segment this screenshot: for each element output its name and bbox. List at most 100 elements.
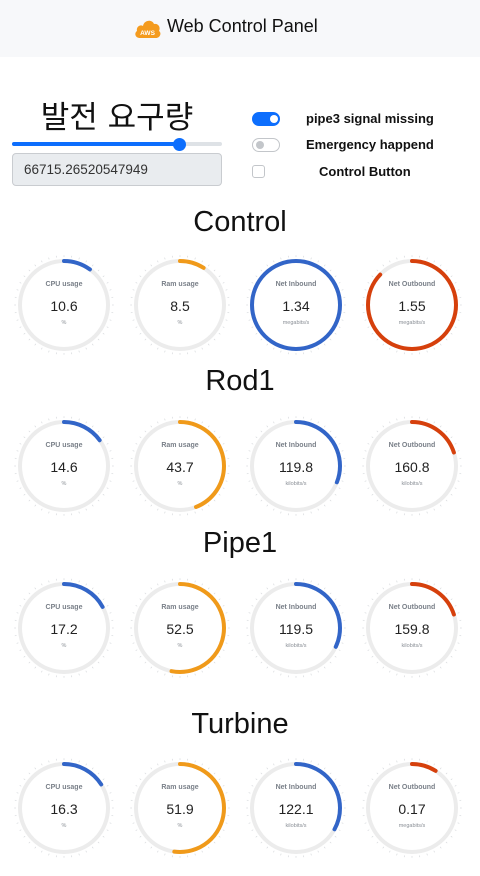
gauge-tick (367, 487, 370, 489)
gauge-tick (334, 778, 337, 781)
gauge-tick (194, 580, 196, 583)
gauge-tick (102, 332, 105, 335)
gauge-tick (28, 772, 31, 775)
gauge-tick (48, 673, 50, 676)
gauge-label: Net Inbound (275, 784, 317, 791)
gauge-tick (260, 841, 263, 844)
gauge-tick (367, 829, 370, 831)
gauge-tick (341, 792, 344, 794)
gauge-value: 119.8 (279, 459, 313, 475)
gauge-tick (207, 846, 210, 849)
gauge-tick (91, 264, 94, 267)
gauge-tick (194, 257, 196, 260)
gauge-tick (157, 583, 159, 586)
toggle-knob (256, 141, 264, 149)
gauge-tick (144, 499, 147, 502)
gauge-tick (194, 760, 196, 763)
gauge-tick (164, 580, 166, 583)
gauge-tick (450, 655, 453, 658)
gauge-tick (338, 649, 341, 651)
gauge-tick (382, 767, 385, 770)
gauge-tick (371, 275, 374, 278)
gauge-tick (41, 508, 43, 511)
gauge-tick (201, 347, 203, 350)
gauge-tick (34, 343, 37, 346)
control-button-checkbox[interactable] (252, 165, 265, 178)
gauge-tick (450, 778, 453, 781)
gauge-tick (266, 264, 269, 267)
gauge-tick (439, 846, 442, 849)
gauge-tick (317, 850, 319, 853)
gauge-tick (139, 275, 142, 278)
gauge-label: CPU usage (45, 604, 83, 611)
gauge-tick (28, 499, 31, 502)
gauge-tick (16, 792, 19, 794)
gauge-tick (78, 418, 80, 421)
gauge-tick (78, 580, 80, 583)
gauge-tick (19, 649, 22, 651)
gauge-label: Ram usage (161, 784, 199, 791)
gauge-tick (334, 493, 337, 496)
gauge-tick (34, 504, 37, 507)
gauge-tick (28, 841, 31, 844)
gauge-label: Net Outbound (388, 604, 436, 611)
gauge-tick (28, 430, 31, 433)
gauge-tick (389, 508, 391, 511)
gauge-tick (376, 499, 379, 502)
gauge-tick (426, 673, 428, 676)
slider-thumb[interactable] (172, 138, 186, 151)
gauge-tick (310, 760, 312, 763)
gauge-tick (457, 289, 460, 291)
gauge-tick (194, 853, 196, 856)
net-inbound-gauge: Net Inbound 122.1 kilobits/s (246, 758, 346, 858)
gauge-tick (213, 338, 216, 341)
gauge-label: Net Inbound (275, 442, 317, 449)
gauge-tick (426, 760, 428, 763)
gauge-tick (222, 326, 225, 328)
slider-fill (12, 142, 179, 146)
gauge-tick (48, 580, 50, 583)
gauge-label: Ram usage (161, 604, 199, 611)
gauge-tick (445, 430, 448, 433)
gauge-tick (194, 673, 196, 676)
gauge-tick (329, 772, 332, 775)
pipe3-signal-missing-toggle[interactable] (252, 112, 280, 126)
gauge-tick (102, 493, 105, 496)
gauge-tick (341, 289, 344, 291)
gauge-tick (85, 670, 87, 673)
gauge-tick (433, 508, 435, 511)
gauge-tick (364, 792, 367, 794)
gauge-tick (439, 767, 442, 770)
gauge-tick (144, 338, 147, 341)
gauge-tick (329, 841, 332, 844)
gauge-tick (28, 661, 31, 664)
gauge-tick (433, 260, 435, 263)
gauge-tick (341, 450, 344, 452)
gauge-tick (102, 275, 105, 278)
gauge-tick (222, 649, 225, 651)
section-title-rod1: Rod1 (205, 365, 275, 397)
gauge-tick (201, 421, 203, 424)
gauge-tick (164, 511, 166, 514)
cpu-usage-gauge: CPU usage 14.6% (14, 416, 114, 516)
gauge-tick (389, 260, 391, 263)
gauge-tick (273, 670, 275, 673)
gauge-tick (157, 763, 159, 766)
gauge-tick (273, 347, 275, 350)
gauge-tick (323, 343, 326, 346)
gauge-tick (19, 326, 22, 328)
gauge-tick (201, 508, 203, 511)
gauge-tick (433, 670, 435, 673)
gauge-tick (323, 425, 326, 428)
gauge-tick (97, 338, 100, 341)
power-demand-value-field[interactable]: 66715.26520547949 (12, 153, 222, 186)
gauge-tick (426, 853, 428, 856)
gauge-tick (139, 778, 142, 781)
gauge-tick (85, 260, 87, 263)
emergency-happend-toggle[interactable] (252, 138, 280, 152)
gauge-tick (213, 841, 216, 844)
gauge-tick (445, 841, 448, 844)
gauge-tick (157, 670, 159, 673)
gauge-value: 159.8 (394, 621, 430, 637)
power-demand-slider[interactable] (12, 138, 222, 151)
